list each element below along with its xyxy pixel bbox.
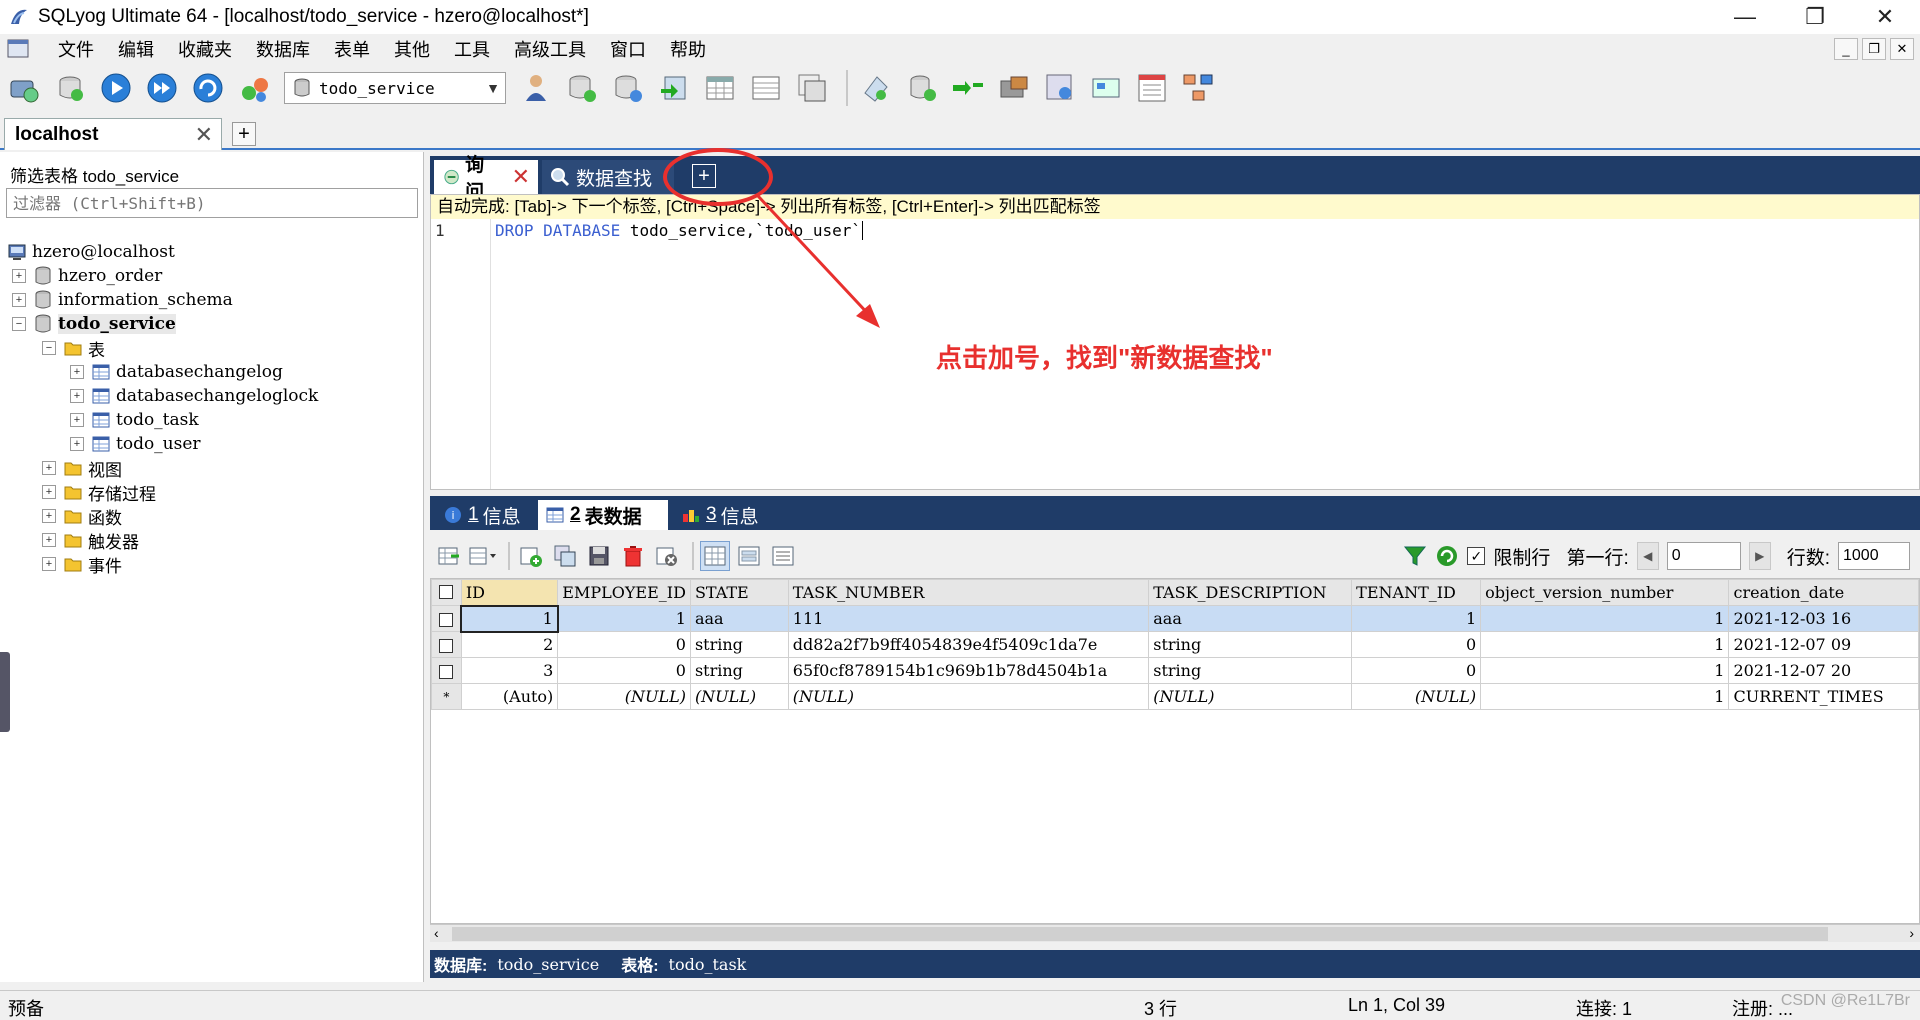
- annotation-text: 点击加号，找到"新数据查找": [936, 343, 1273, 373]
- annotation-arrow: [756, 194, 880, 328]
- watermark: CSDN @Re1L7Br: [1780, 992, 1910, 1009]
